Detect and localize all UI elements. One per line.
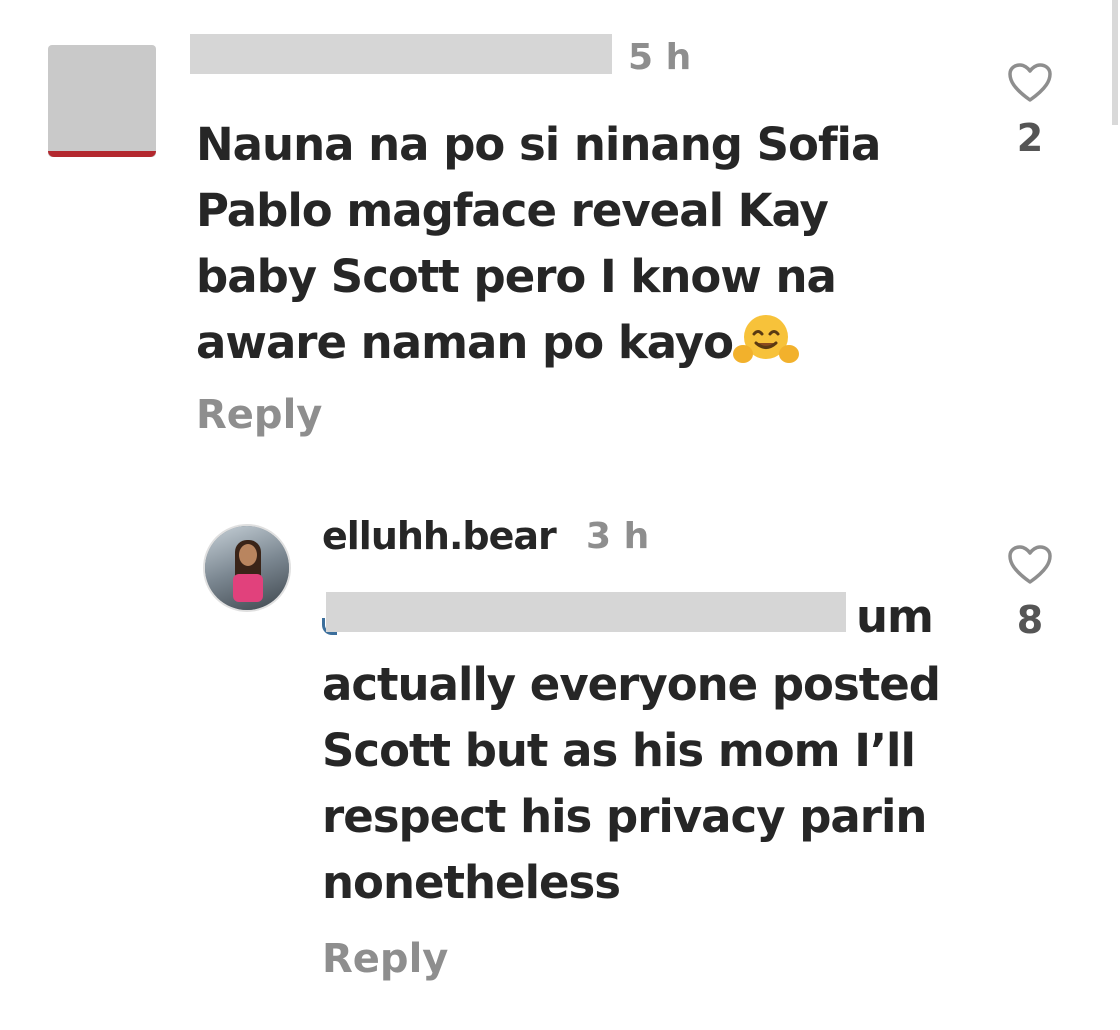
avatar-photo-outfit xyxy=(233,574,263,602)
avatar[interactable] xyxy=(48,45,156,157)
comment-text: Nauna na po si ninang Sofia Pablo magfac… xyxy=(196,112,916,376)
mention-redacted xyxy=(326,592,846,632)
comment-text-first: um xyxy=(856,590,934,643)
like-count: 8 xyxy=(1016,598,1044,642)
heart-icon[interactable] xyxy=(1007,62,1053,104)
comment-reply: elluhh.bear 3 h um actually everyone pos… xyxy=(0,500,1120,1020)
reply-button[interactable]: Reply xyxy=(196,392,322,438)
username-redacted xyxy=(190,34,612,74)
avatar-photo-face xyxy=(239,544,257,566)
comment: 5 h Nauna na po si ninang Sofia Pablo ma… xyxy=(0,0,1120,470)
username[interactable]: elluhh.bear xyxy=(322,514,557,558)
heart-icon[interactable] xyxy=(1007,544,1053,586)
like-control[interactable]: 2 xyxy=(1000,62,1060,160)
comment-time: 3 h xyxy=(586,516,650,557)
reply-button[interactable]: Reply xyxy=(322,936,448,982)
like-count: 2 xyxy=(1016,116,1044,160)
comment-time: 5 h xyxy=(628,37,692,78)
comment-text: actually everyone posted Scott but as hi… xyxy=(322,658,941,909)
story-ring xyxy=(48,151,156,157)
like-control[interactable]: 8 xyxy=(1000,544,1060,642)
avatar[interactable] xyxy=(203,524,291,612)
hugging-face-emoji-icon xyxy=(733,315,799,363)
